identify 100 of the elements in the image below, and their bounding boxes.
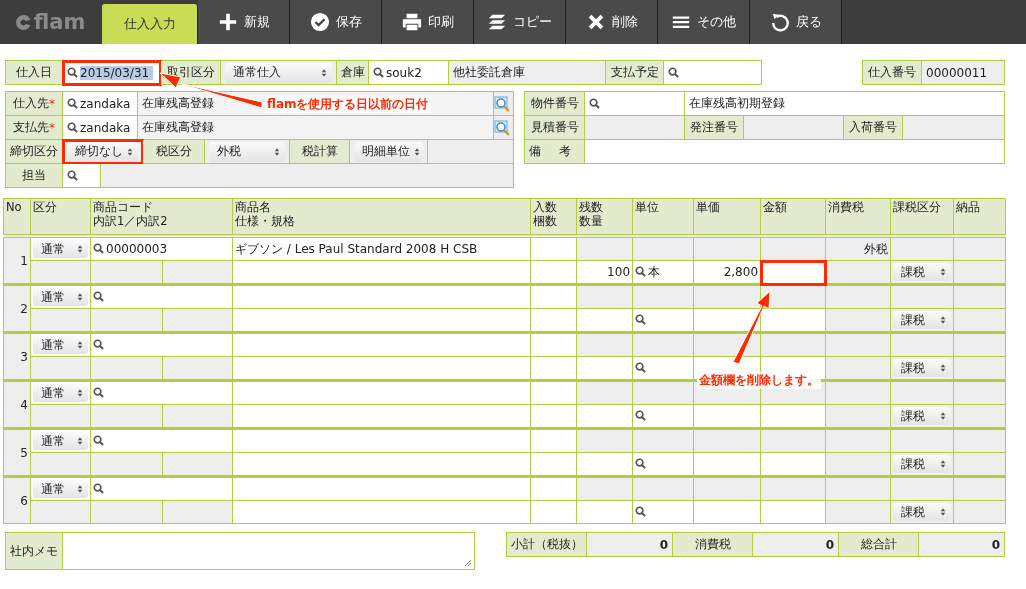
input-field[interactable] xyxy=(530,428,577,453)
dropdown[interactable]: 通常 xyxy=(33,336,88,354)
search-icon[interactable] xyxy=(67,98,78,109)
input-field[interactable] xyxy=(232,404,531,429)
column-header: 数量 xyxy=(579,214,604,228)
dropdown[interactable]: 通常 xyxy=(33,288,88,306)
input-field[interactable] xyxy=(232,356,531,381)
search-icon[interactable] xyxy=(589,98,600,109)
toolbar-button[interactable]: その他 xyxy=(658,0,750,44)
input-field[interactable] xyxy=(530,236,577,261)
dropdown[interactable]: 課税 xyxy=(893,455,951,473)
dropdown[interactable]: 通常 xyxy=(33,240,88,258)
input-field[interactable]: zandaka xyxy=(63,116,138,140)
column-header: 内訳1／内訳2 xyxy=(93,214,169,228)
dropdown[interactable]: 課税 xyxy=(893,407,951,425)
date-field[interactable]: 2015/03/31 xyxy=(63,61,161,85)
dropdown[interactable]: 外税 xyxy=(209,141,285,162)
input-field[interactable] xyxy=(232,452,531,477)
input-field[interactable]: zandaka xyxy=(63,92,138,116)
column-header: 梱数 xyxy=(533,214,558,228)
dropdown[interactable]: 課税 xyxy=(893,311,951,329)
search-icon[interactable] xyxy=(635,410,646,421)
search-icon[interactable] xyxy=(67,122,78,133)
input-field[interactable] xyxy=(664,61,762,85)
input-field[interactable]: souk2 xyxy=(369,61,449,85)
search-icon[interactable] xyxy=(373,67,384,78)
field-label: 担当 xyxy=(6,164,63,188)
search-icon[interactable] xyxy=(93,243,104,254)
search-icon[interactable] xyxy=(93,435,104,446)
dropdown[interactable]: 通常 xyxy=(33,480,88,498)
lookup-icon[interactable] xyxy=(494,95,510,112)
field-label: 税区分 xyxy=(143,140,205,164)
toolbar-button[interactable]: 印刷 xyxy=(382,0,474,44)
plus-icon xyxy=(217,12,238,32)
search-icon[interactable] xyxy=(67,170,78,181)
input-field[interactable]: 00000003 xyxy=(90,236,233,261)
input-field[interactable] xyxy=(63,164,101,188)
required-mark: * xyxy=(49,120,55,135)
field-label: 仕入番号 xyxy=(863,61,922,85)
caret-icon xyxy=(940,363,946,373)
toolbar-button[interactable]: 保存 xyxy=(290,0,382,44)
dropdown[interactable]: 締切なし xyxy=(67,141,138,162)
toolbar-button[interactable]: コピー xyxy=(474,0,566,44)
row-number: 2 xyxy=(3,284,31,333)
search-icon[interactable] xyxy=(93,387,104,398)
search-icon[interactable] xyxy=(635,458,646,469)
input-field[interactable] xyxy=(530,380,577,405)
input-field[interactable] xyxy=(530,476,577,501)
dropdown[interactable]: 通常仕入 xyxy=(225,62,332,83)
input-field[interactable] xyxy=(585,140,1005,164)
caret-icon xyxy=(77,340,83,350)
input-field[interactable] xyxy=(530,332,577,357)
input-field[interactable] xyxy=(530,284,577,309)
dropdown[interactable]: 課税 xyxy=(893,503,951,521)
input-field[interactable] xyxy=(90,332,233,357)
input-field[interactable] xyxy=(232,260,531,285)
search-icon[interactable] xyxy=(635,265,646,277)
dropdown[interactable]: 課税 xyxy=(893,263,951,281)
input-field[interactable] xyxy=(232,476,531,501)
input-field[interactable] xyxy=(232,380,531,405)
toolbar-button[interactable]: 新規 xyxy=(198,0,290,44)
caret-icon xyxy=(321,67,327,78)
column-header: 単価 xyxy=(693,198,761,236)
input-field[interactable] xyxy=(232,332,531,357)
search-icon[interactable] xyxy=(67,67,78,78)
dropdown[interactable]: 通常 xyxy=(33,432,88,450)
input-field[interactable] xyxy=(232,284,531,309)
input-field[interactable] xyxy=(232,500,531,524)
caret-icon xyxy=(77,436,83,446)
search-icon[interactable] xyxy=(93,339,104,350)
input-field[interactable]: ギブソン / Les Paul Standard 2008 H CSB xyxy=(232,236,531,261)
field-label: 小計（税抜） xyxy=(507,533,587,557)
column-header: 仕様・規格 xyxy=(235,214,296,228)
row-number: 1 xyxy=(3,236,31,285)
input-field[interactable] xyxy=(232,428,531,453)
toolbar-button[interactable]: 戻る xyxy=(750,0,842,44)
search-icon[interactable] xyxy=(635,362,646,373)
dropdown[interactable]: 明細単位 xyxy=(354,141,423,162)
lookup-icon[interactable] xyxy=(494,119,510,136)
input-field[interactable] xyxy=(585,92,685,116)
input-field[interactable] xyxy=(90,284,233,309)
search-icon[interactable] xyxy=(93,291,104,302)
field-label: 物件番号 xyxy=(525,92,585,116)
caret-icon xyxy=(77,244,83,254)
caret-icon xyxy=(77,388,83,398)
dropdown[interactable]: 課税 xyxy=(893,359,951,377)
input-field[interactable] xyxy=(90,476,233,501)
tab[interactable]: 仕入入力 xyxy=(102,4,198,44)
input-field[interactable] xyxy=(90,428,233,453)
column-header: 区分 xyxy=(30,198,91,236)
input-field[interactable] xyxy=(232,308,531,333)
search-icon[interactable] xyxy=(635,314,646,325)
dropdown[interactable]: 通常 xyxy=(33,384,88,402)
toolbar-button[interactable]: 削除 xyxy=(566,0,658,44)
row-number: 3 xyxy=(3,332,31,381)
input-field[interactable] xyxy=(760,260,826,285)
search-icon[interactable] xyxy=(635,506,646,517)
input-field[interactable] xyxy=(90,380,233,405)
search-icon[interactable] xyxy=(668,67,679,78)
search-icon[interactable] xyxy=(93,483,104,494)
